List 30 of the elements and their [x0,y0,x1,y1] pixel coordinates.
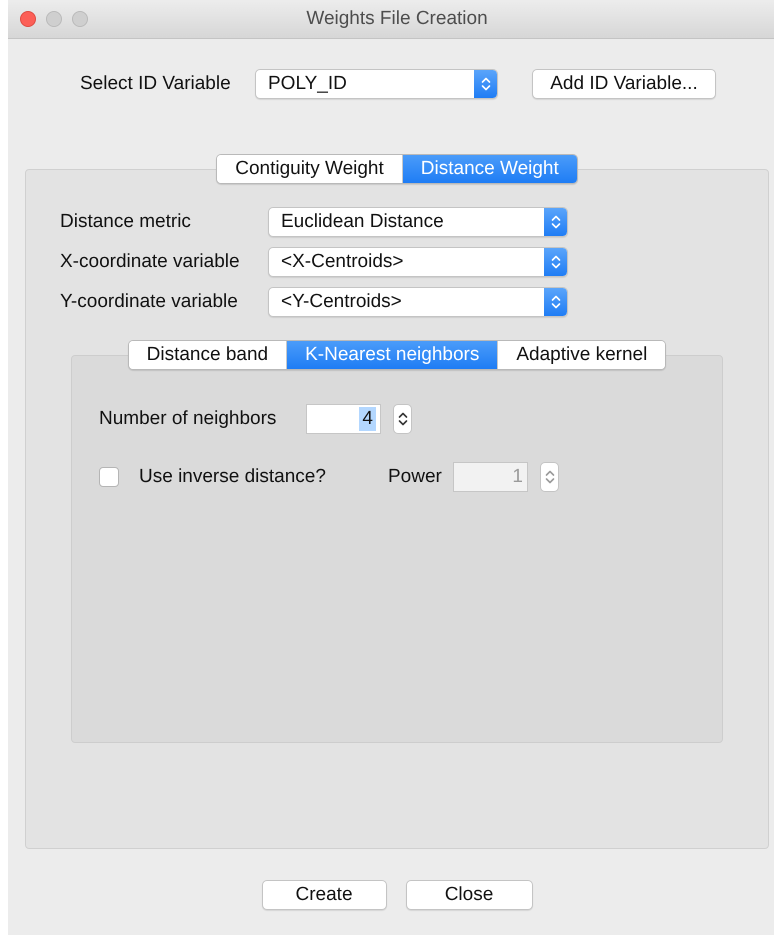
dropdown[interactable]: Euclidean Distance [268,207,568,237]
dropdown[interactable]: <Y-Centroids> [268,287,568,317]
field-label: Number of neighbors [99,408,278,430]
dropdown[interactable]: POLY_ID [255,69,498,99]
tab[interactable]: Distance band [128,341,286,369]
chevron-updown-icon [398,411,408,427]
add-id-variable-button[interactable]: Add ID Variable... [532,69,716,99]
window-title: Weights File Creation [306,8,488,29]
input-field[interactable]: 4 [306,404,381,434]
field-label: X-coordinate variable [60,251,241,273]
create-button[interactable]: Create [262,880,386,910]
field-label: Y-coordinate variable [60,291,239,313]
zoom-button[interactable] [72,11,88,27]
field-label: Distance metric [60,211,192,233]
close-button[interactable]: Close [406,880,532,910]
checkbox[interactable] [99,467,119,487]
chevron-updown-icon [480,76,490,92]
close-button[interactable] [20,11,36,27]
chevron-updown-icon [550,214,560,230]
dropdown[interactable]: <X-Centroids> [268,247,568,277]
chevron-updown-icon [550,294,560,310]
tab[interactable]: Contiguity Weight [217,155,402,183]
minimize-button[interactable] [46,11,62,27]
chevron-updown-icon [544,469,554,485]
field-label: Select ID Variable [80,73,232,95]
checkbox-label: Use inverse distance? [139,466,327,488]
chevron-updown-icon [550,254,560,270]
stepper-button[interactable] [393,404,412,434]
tab[interactable]: Adaptive kernel [497,341,666,369]
field-label: Power [388,466,443,488]
